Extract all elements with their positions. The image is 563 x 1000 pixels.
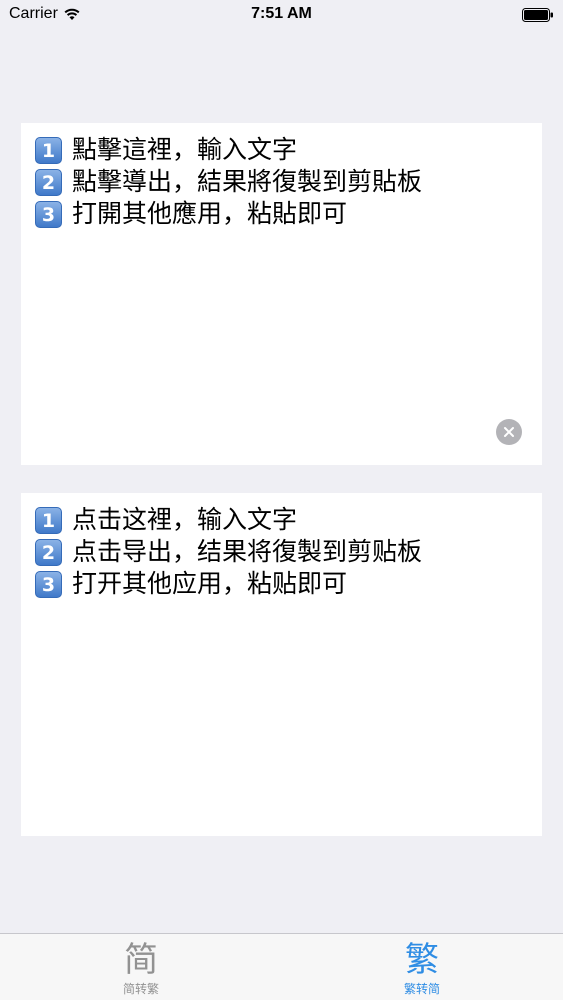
tab-bar: 简 简转繁 繁 繁转简 bbox=[0, 933, 563, 1000]
output-line: 1 点击这裡，输入文字 bbox=[35, 504, 528, 536]
input-line-text: 打開其他應用，粘貼即可 bbox=[72, 199, 348, 228]
tab-traditional-to-simplified[interactable]: 繁 繁转简 bbox=[362, 934, 482, 1000]
clear-button[interactable] bbox=[496, 419, 522, 445]
simplified-char-icon: 简 bbox=[124, 940, 158, 980]
output-line: 2 点击导出，结果将復製到剪贴板 bbox=[35, 536, 528, 568]
output-line-text: 点击这裡，输入文字 bbox=[72, 505, 298, 534]
battery-icon bbox=[522, 8, 553, 22]
status-time: 7:51 AM bbox=[251, 5, 312, 22]
tab-label: 简转繁 bbox=[122, 982, 159, 996]
traditional-char-icon: 繁 bbox=[405, 940, 439, 980]
input-line: 1 點擊這裡，輸入文字 bbox=[35, 134, 528, 166]
status-bar: Carrier 7:51 AM bbox=[0, 0, 563, 30]
keycap-three-icon: 3 bbox=[35, 570, 62, 598]
input-line-text: 點擊導出，結果將復製到剪貼板 bbox=[72, 167, 423, 196]
keycap-one-icon: 1 bbox=[35, 506, 62, 534]
output-text-area[interactable]: 1 点击这裡，输入文字 2 点击导出，结果将復製到剪贴板 3 打开其他应用，粘贴… bbox=[21, 493, 542, 836]
tab-simplified-to-traditional[interactable]: 简 简转繁 bbox=[81, 934, 201, 1000]
output-line: 3 打开其他应用，粘贴即可 bbox=[35, 568, 528, 600]
output-line-text: 点击导出，结果将復製到剪贴板 bbox=[72, 537, 423, 566]
input-line: 2 點擊導出，結果將復製到剪貼板 bbox=[35, 166, 528, 198]
keycap-one-icon: 1 bbox=[35, 136, 62, 164]
clear-circle-icon bbox=[504, 427, 514, 437]
tab-label: 繁转简 bbox=[403, 982, 440, 996]
input-line-text: 點擊這裡，輸入文字 bbox=[72, 135, 298, 164]
keycap-two-icon: 2 bbox=[35, 538, 62, 566]
keycap-three-icon: 3 bbox=[35, 200, 62, 228]
input-line: 3 打開其他應用，粘貼即可 bbox=[35, 198, 528, 230]
keycap-two-icon: 2 bbox=[35, 168, 62, 196]
output-line-text: 打开其他应用，粘贴即可 bbox=[72, 569, 348, 598]
input-text-area[interactable]: 1 點擊這裡，輸入文字 2 點擊導出，結果將復製到剪貼板 3 打開其他應用，粘貼… bbox=[21, 123, 542, 465]
